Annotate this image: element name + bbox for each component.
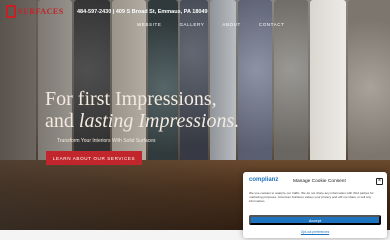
nav-item-contact[interactable]: CONTACT	[259, 22, 285, 27]
headline-line-2-italic: lasting Impressions.	[78, 110, 240, 132]
accept-button[interactable]: Accept	[249, 215, 381, 225]
opt-out-preferences-link[interactable]: Opt-out preferences	[243, 230, 387, 234]
nav-item-gallery[interactable]: GALLERY	[179, 22, 204, 27]
main-nav: WEBSITE GALLERY ABOUT CONTACT	[137, 22, 284, 27]
hero-subline: Transform Your Interiors With Solid Surf…	[57, 138, 156, 144]
headline-line-1: For first Impressions,	[45, 88, 217, 110]
headline-line-2: and lasting Impressions.	[45, 110, 239, 132]
nav-item-about[interactable]: ABOUT	[222, 22, 241, 27]
cookie-modal-body: We use cookies to analyze our traffic. W…	[249, 191, 374, 203]
site-logo[interactable]: SURFACES	[6, 4, 64, 18]
page: SURFACES 484-597-2430 | 409 S Broad St, …	[0, 0, 390, 240]
cookie-consent-modal: complianz Manage Cookie Consent × We use…	[243, 172, 387, 238]
complianz-logo: complianz	[249, 177, 279, 183]
learn-services-button[interactable]: LEARN ABOUT OUR SERVICES	[46, 151, 142, 165]
cookie-modal-title: Manage Cookie Consent	[293, 179, 346, 184]
contact-info[interactable]: 484-597-2430 | 409 S Broad St, Emmaus, P…	[77, 9, 208, 15]
hero-headline: For first Impressions, and lasting Impre…	[45, 88, 239, 132]
headline-line-2-prefix: and	[45, 110, 79, 132]
logo-text: SURFACES	[18, 6, 64, 16]
close-icon[interactable]: ×	[376, 178, 383, 185]
stone-sample	[348, 0, 390, 175]
nav-item-website[interactable]: WEBSITE	[137, 22, 161, 27]
stone-sample	[310, 0, 346, 175]
logo-icon	[6, 4, 16, 18]
